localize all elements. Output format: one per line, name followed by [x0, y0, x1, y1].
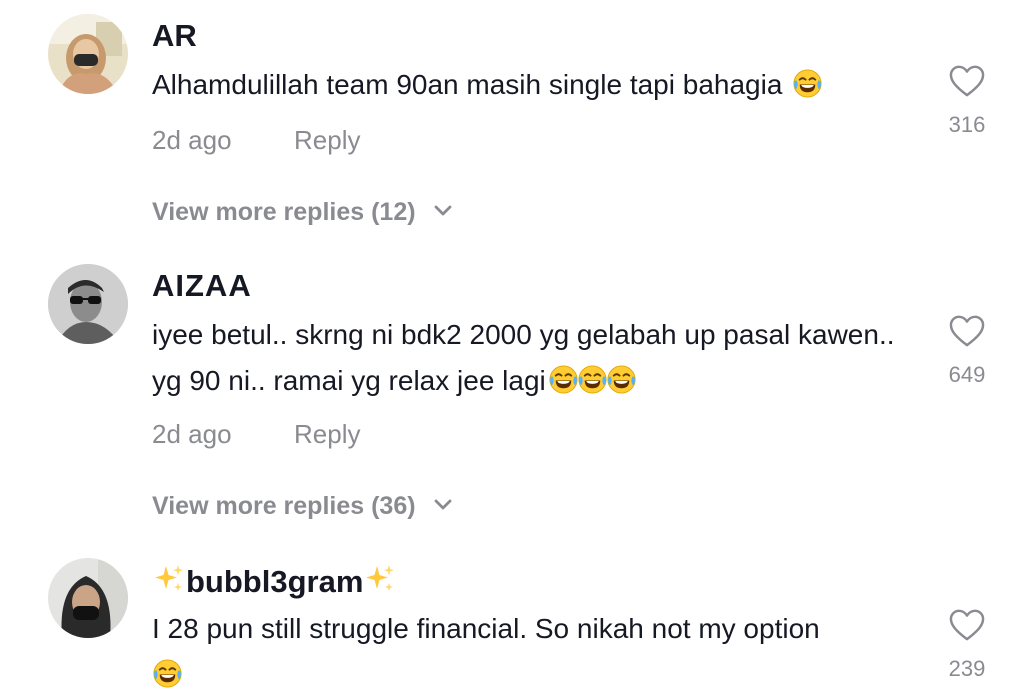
like-button[interactable]: 239	[935, 608, 999, 682]
view-more-replies-button[interactable]: View more replies (12)	[152, 196, 453, 228]
like-count: 316	[948, 112, 986, 137]
comment-text: I 28 pun still struggle financial. So ni…	[152, 606, 912, 698]
comment-body: Alhamdulillah team 90an masih single tap…	[152, 69, 783, 100]
chevron-down-icon	[433, 498, 453, 512]
like-button[interactable]: 649	[935, 314, 999, 388]
username-text: bubbl3gram	[186, 564, 364, 599]
comment-text: Alhamdulillah team 90an masih single tap…	[152, 62, 912, 108]
heart-outline-icon[interactable]	[948, 314, 986, 348]
username[interactable]: AR	[152, 18, 197, 54]
tears-of-joy-emoji	[606, 364, 637, 395]
like-button[interactable]: 316	[935, 64, 999, 138]
avatar[interactable]	[48, 264, 128, 344]
chevron-down-icon	[433, 204, 453, 218]
heart-outline-icon[interactable]	[948, 608, 986, 642]
reply-button[interactable]: Reply	[294, 124, 360, 156]
comment-body: I 28 pun still struggle financial. So ni…	[152, 613, 820, 644]
reply-button[interactable]: Reply	[294, 418, 360, 450]
like-count: 649	[948, 362, 986, 387]
heart-outline-icon[interactable]	[948, 64, 986, 98]
tears-of-joy-emoji	[548, 364, 579, 395]
tears-of-joy-emoji	[792, 68, 823, 99]
comment-body: iyee betul.. skrng ni bdk2 2000 yg gelab…	[152, 319, 895, 396]
sparkles-emoji	[363, 562, 397, 596]
like-count: 239	[948, 656, 986, 681]
tears-of-joy-emoji	[577, 364, 608, 395]
avatar[interactable]	[48, 14, 128, 94]
timestamp: 2d ago	[152, 419, 232, 449]
avatar[interactable]	[48, 558, 128, 638]
view-more-replies-button[interactable]: View more replies (36)	[152, 490, 453, 522]
tears-of-joy-emoji	[152, 658, 183, 689]
view-more-label: View more replies (36)	[152, 492, 416, 520]
timestamp: 2d ago	[152, 125, 232, 155]
view-more-label: View more replies (12)	[152, 198, 416, 226]
comment-meta: 2d ago Reply	[152, 124, 360, 156]
username[interactable]: AIZAA	[152, 268, 252, 304]
sparkles-emoji	[152, 562, 186, 596]
username[interactable]: bubbl3gram	[152, 562, 397, 600]
comment-text: iyee betul.. skrng ni bdk2 2000 yg gelab…	[152, 312, 912, 404]
comment-meta: 2d ago Reply	[152, 418, 360, 450]
